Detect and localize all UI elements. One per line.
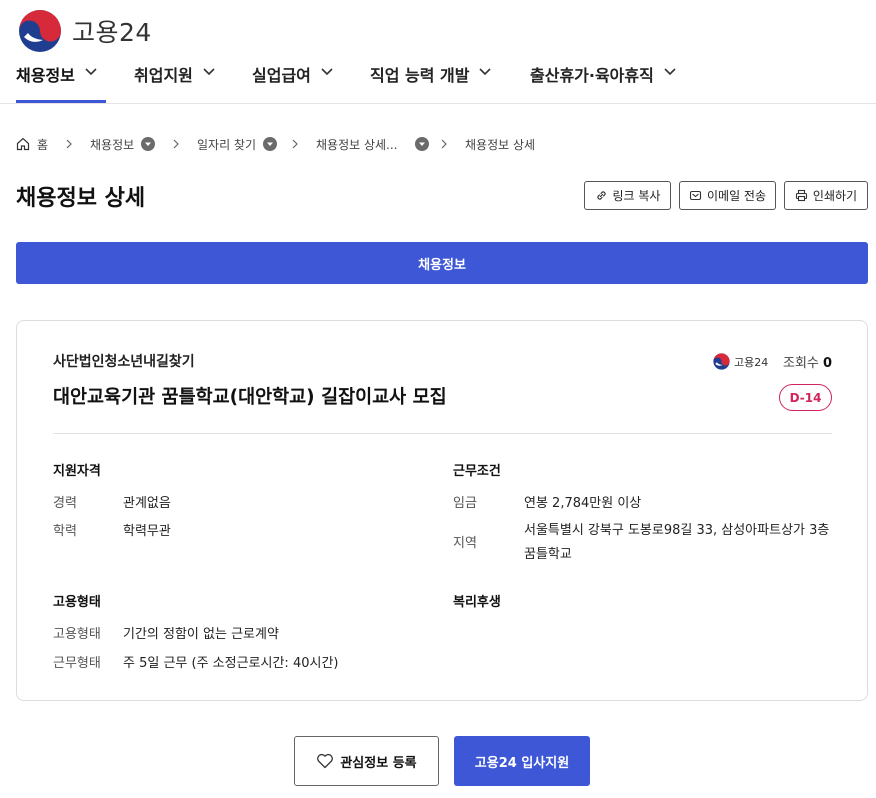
breadcrumb-home-label: 홈 (37, 137, 49, 152)
tab-label: 채용정보 (418, 257, 466, 273)
add-favorite-label: 관심정보 등록 (340, 755, 417, 771)
divider (53, 433, 832, 434)
add-favorite-button[interactable]: 관심정보 등록 (294, 736, 439, 786)
nav-item-label: 직업 능력 개발 (370, 66, 470, 85)
nav-item-job-support[interactable]: 취업지원 (134, 62, 216, 104)
site-logo[interactable]: 고용24 (18, 9, 152, 53)
dropdown-icon[interactable] (414, 137, 429, 151)
chevron-down-icon (321, 68, 333, 76)
copy-link-label: 링크 복사 (612, 189, 661, 203)
email-send-label: 이메일 전송 (706, 189, 766, 203)
view-count-label: 조회수 (783, 356, 819, 371)
field-label: 근무형태 (53, 656, 101, 671)
nav-item-label: 취업지원 (134, 66, 193, 85)
logo-text: 고용24 (72, 18, 152, 47)
section-title-welfare: 복리후생 (453, 595, 501, 610)
chevron-right-icon (66, 139, 72, 149)
breadcrumb-label: 채용정보 상세 (465, 137, 536, 152)
field-label: 지역 (453, 536, 477, 551)
chevron-down-icon (85, 68, 97, 76)
copy-link-button[interactable]: 링크 복사 (584, 181, 671, 210)
nav-item-skills[interactable]: 직업 능력 개발 (370, 62, 492, 104)
section-title-qualification: 지원자격 (53, 464, 101, 479)
breadcrumb-item-job-search[interactable]: 일자리 찾기 (197, 134, 278, 154)
source-badge: 고용24 (713, 353, 768, 370)
print-label: 인쇄하기 (812, 189, 858, 203)
site-header: 고용24 채용정보 취업지원 실업급여 직업 능력 개발 출산휴가·육아휴직 (0, 0, 876, 104)
nav-item-unemployment[interactable]: 실업급여 (252, 62, 334, 104)
field-label: 학력 (53, 524, 77, 539)
job-detail-card: 사단법인청소년내길찾기 대안교육기관 꿈틀학교(대안학교) 길잡이교사 모집 고… (16, 320, 868, 701)
nav-item-leave[interactable]: 출산휴가·육아휴직 (530, 62, 677, 104)
page-title: 채용정보 상세 (16, 186, 146, 211)
breadcrumb-home[interactable]: 홈 (16, 134, 48, 154)
breadcrumb-label: 채용정보 (90, 137, 135, 152)
field-value: 주 5일 근무 (주 소정근로시간: 40시간) (123, 656, 339, 671)
field-value: 기간의 정함이 없는 근로계약 (123, 627, 279, 642)
dropdown-icon[interactable] (141, 137, 156, 151)
view-count-value: 0 (823, 356, 833, 371)
link-icon (596, 191, 606, 200)
chevron-right-icon (292, 139, 298, 149)
tab-recruit-info[interactable]: 채용정보 (16, 242, 868, 284)
field-label: 경력 (53, 496, 77, 511)
source-label: 고용24 (734, 355, 769, 369)
dday-badge: D-14 (779, 384, 832, 411)
printer-icon (795, 189, 807, 202)
email-send-button[interactable]: 이메일 전송 (679, 181, 776, 210)
section-title-conditions: 근무조건 (453, 464, 501, 479)
nav-item-recruit[interactable]: 채용정보 (16, 62, 98, 104)
print-button[interactable]: 인쇄하기 (784, 181, 868, 210)
taegeuk-logo-icon (19, 10, 61, 52)
apply-button[interactable]: 고용24 입사지원 (454, 736, 590, 786)
breadcrumb-label: 채용정보 상세... (316, 137, 398, 152)
chevron-right-icon (173, 139, 179, 149)
taegeuk-logo-icon (713, 353, 730, 370)
nav-item-label: 채용정보 (16, 66, 75, 85)
chevron-down-icon (203, 68, 215, 76)
company-name: 사단법인청소년내길찾기 (53, 354, 195, 370)
active-nav-indicator (16, 100, 106, 103)
chevron-right-icon (441, 139, 447, 149)
home-icon (16, 137, 30, 151)
nav-item-label: 출산휴가·육아휴직 (530, 66, 654, 85)
field-label: 고용형태 (53, 627, 101, 642)
dropdown-icon[interactable] (263, 137, 278, 151)
heart-icon (317, 753, 334, 769)
view-count: 조회수 0 (783, 352, 832, 371)
field-value: 관계없음 (123, 496, 171, 511)
breadcrumb-item-current: 채용정보 상세 (465, 134, 535, 154)
job-title: 대안교육기관 꿈틀학교(대안학교) 길잡이교사 모집 (53, 387, 447, 408)
field-label: 임금 (453, 496, 477, 511)
field-value: 학력무관 (123, 524, 171, 539)
chevron-down-icon (479, 68, 492, 76)
mail-icon (689, 190, 702, 201)
nav-item-label: 실업급여 (252, 66, 311, 85)
chevron-down-icon (664, 68, 676, 76)
field-value: 연봉 2,784만원 이상 (524, 496, 642, 511)
breadcrumb-item-detail-parent[interactable]: 채용정보 상세... (316, 134, 429, 154)
field-value: 서울특별시 강북구 도봉로98길 33, 삼성아파트상가 3층 꿈틀학교 (524, 523, 830, 562)
breadcrumb-item-recruit[interactable]: 채용정보 (90, 134, 156, 154)
section-title-employment: 고용형태 (53, 595, 101, 610)
breadcrumb-label: 일자리 찾기 (197, 137, 257, 152)
